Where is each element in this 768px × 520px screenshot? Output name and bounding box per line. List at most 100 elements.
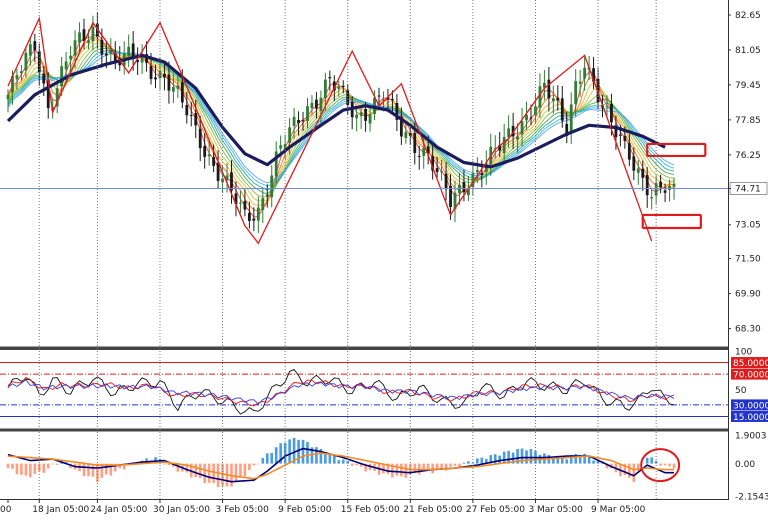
candle-body bbox=[636, 168, 640, 173]
oscillator-level-label: 30.0000 bbox=[733, 401, 768, 411]
candle-body bbox=[252, 218, 256, 221]
candle-body bbox=[176, 85, 180, 89]
histogram-bar bbox=[239, 463, 242, 478]
histogram-bar bbox=[274, 447, 278, 464]
candle-body bbox=[529, 117, 533, 119]
histogram-bar bbox=[29, 463, 32, 478]
time-tick-label: 00 bbox=[0, 505, 12, 515]
candle-body bbox=[391, 98, 394, 101]
candle-body bbox=[78, 32, 81, 43]
histogram-bar bbox=[51, 463, 54, 465]
histogram-bar bbox=[270, 452, 274, 464]
histogram-bar bbox=[404, 463, 408, 478]
time-tick-label: 27 Feb 05:00 bbox=[466, 505, 525, 515]
oscillator-series-line bbox=[7, 368, 675, 415]
candle-body bbox=[194, 113, 198, 126]
histogram-bar bbox=[257, 463, 260, 465]
candle-body bbox=[668, 185, 671, 190]
candle-body bbox=[167, 74, 171, 91]
histogram-bar bbox=[355, 463, 358, 466]
candle-body bbox=[100, 39, 104, 55]
histogram-bar bbox=[24, 463, 28, 476]
time-tick-label: 3 Mar 05:00 bbox=[528, 505, 583, 515]
candle-body bbox=[158, 70, 162, 79]
candle-body bbox=[265, 194, 269, 196]
histogram-bar bbox=[480, 457, 484, 464]
candle-body bbox=[341, 85, 345, 87]
histogram-bar bbox=[337, 460, 341, 464]
candle-body bbox=[42, 73, 46, 84]
ma-ribbon-line bbox=[7, 47, 675, 195]
histogram-tick-label: 0.00 bbox=[735, 460, 755, 470]
candle-body bbox=[288, 127, 292, 143]
histogram-bar bbox=[6, 463, 10, 469]
candle-body bbox=[377, 95, 381, 97]
histogram-bar bbox=[216, 463, 220, 488]
oscillator-level-label: 85.0000 bbox=[733, 359, 768, 369]
candle-body bbox=[520, 121, 524, 135]
candle-body bbox=[440, 171, 443, 173]
candle-body bbox=[623, 136, 627, 141]
ma-ribbon-line bbox=[7, 45, 675, 198]
candle-body bbox=[131, 43, 135, 58]
oscillator-level-label: 70.0000 bbox=[733, 371, 768, 381]
histogram-bar bbox=[552, 458, 555, 464]
candle-body bbox=[198, 128, 202, 149]
candle-body bbox=[154, 77, 157, 80]
price-tick-label: 71.50 bbox=[735, 255, 761, 265]
candle-body bbox=[69, 55, 72, 60]
histogram-bar bbox=[11, 463, 14, 469]
histogram-bar bbox=[46, 463, 50, 469]
price-tick-label: 68.30 bbox=[735, 325, 761, 335]
candle-body bbox=[203, 146, 207, 157]
candle-body bbox=[337, 86, 341, 89]
time-tick-label: 30 Jan 05:00 bbox=[153, 505, 210, 515]
time-tick-label: 18 Jan 05:00 bbox=[32, 505, 89, 515]
candle-body bbox=[323, 79, 327, 98]
candle-body bbox=[33, 41, 37, 51]
candle-body bbox=[20, 71, 23, 74]
candle-body bbox=[569, 104, 573, 134]
histogram-bar bbox=[167, 463, 171, 466]
candle-body bbox=[270, 175, 274, 198]
candle-body bbox=[413, 132, 417, 153]
candle-body bbox=[663, 190, 667, 193]
oscillator-panel bbox=[0, 362, 728, 417]
candle-body bbox=[239, 202, 242, 204]
ma-ribbon-line bbox=[7, 41, 675, 202]
candle-body bbox=[15, 75, 19, 80]
candle-body bbox=[672, 183, 676, 187]
ma-ribbon-line bbox=[7, 49, 675, 191]
histogram-bar bbox=[91, 463, 95, 477]
candle-body bbox=[24, 52, 28, 71]
candle-body bbox=[189, 115, 193, 117]
histogram-bar bbox=[476, 458, 479, 464]
histogram-bar bbox=[234, 463, 238, 482]
histogram-bar bbox=[350, 463, 354, 466]
candle-body bbox=[458, 184, 461, 194]
histogram-bar bbox=[529, 448, 533, 464]
candle-body bbox=[64, 61, 68, 70]
candle-body bbox=[359, 112, 363, 117]
histogram-bar bbox=[96, 463, 99, 482]
candle-body bbox=[328, 77, 332, 79]
histogram-bar bbox=[458, 463, 461, 467]
candle-body bbox=[292, 116, 296, 126]
histogram-bar bbox=[324, 454, 327, 464]
candle-body bbox=[163, 73, 166, 78]
price-tick-label: 73.05 bbox=[735, 221, 761, 231]
histogram-bar bbox=[583, 453, 586, 464]
histogram-bar bbox=[565, 459, 569, 464]
candle-body bbox=[28, 44, 32, 56]
candle-body bbox=[319, 97, 323, 111]
time-tick-label: 9 Mar 05:00 bbox=[591, 505, 646, 515]
price-tick-label: 77.85 bbox=[735, 116, 761, 126]
candle-body bbox=[247, 212, 251, 221]
candle-body bbox=[149, 66, 153, 80]
histogram-bar bbox=[672, 463, 676, 469]
ma-ribbon-line bbox=[7, 33, 675, 218]
histogram-tick-label: 1.9003 bbox=[735, 432, 767, 442]
histogram-bar bbox=[453, 463, 457, 466]
histogram-bar bbox=[306, 441, 309, 464]
histogram-bar bbox=[663, 463, 667, 466]
